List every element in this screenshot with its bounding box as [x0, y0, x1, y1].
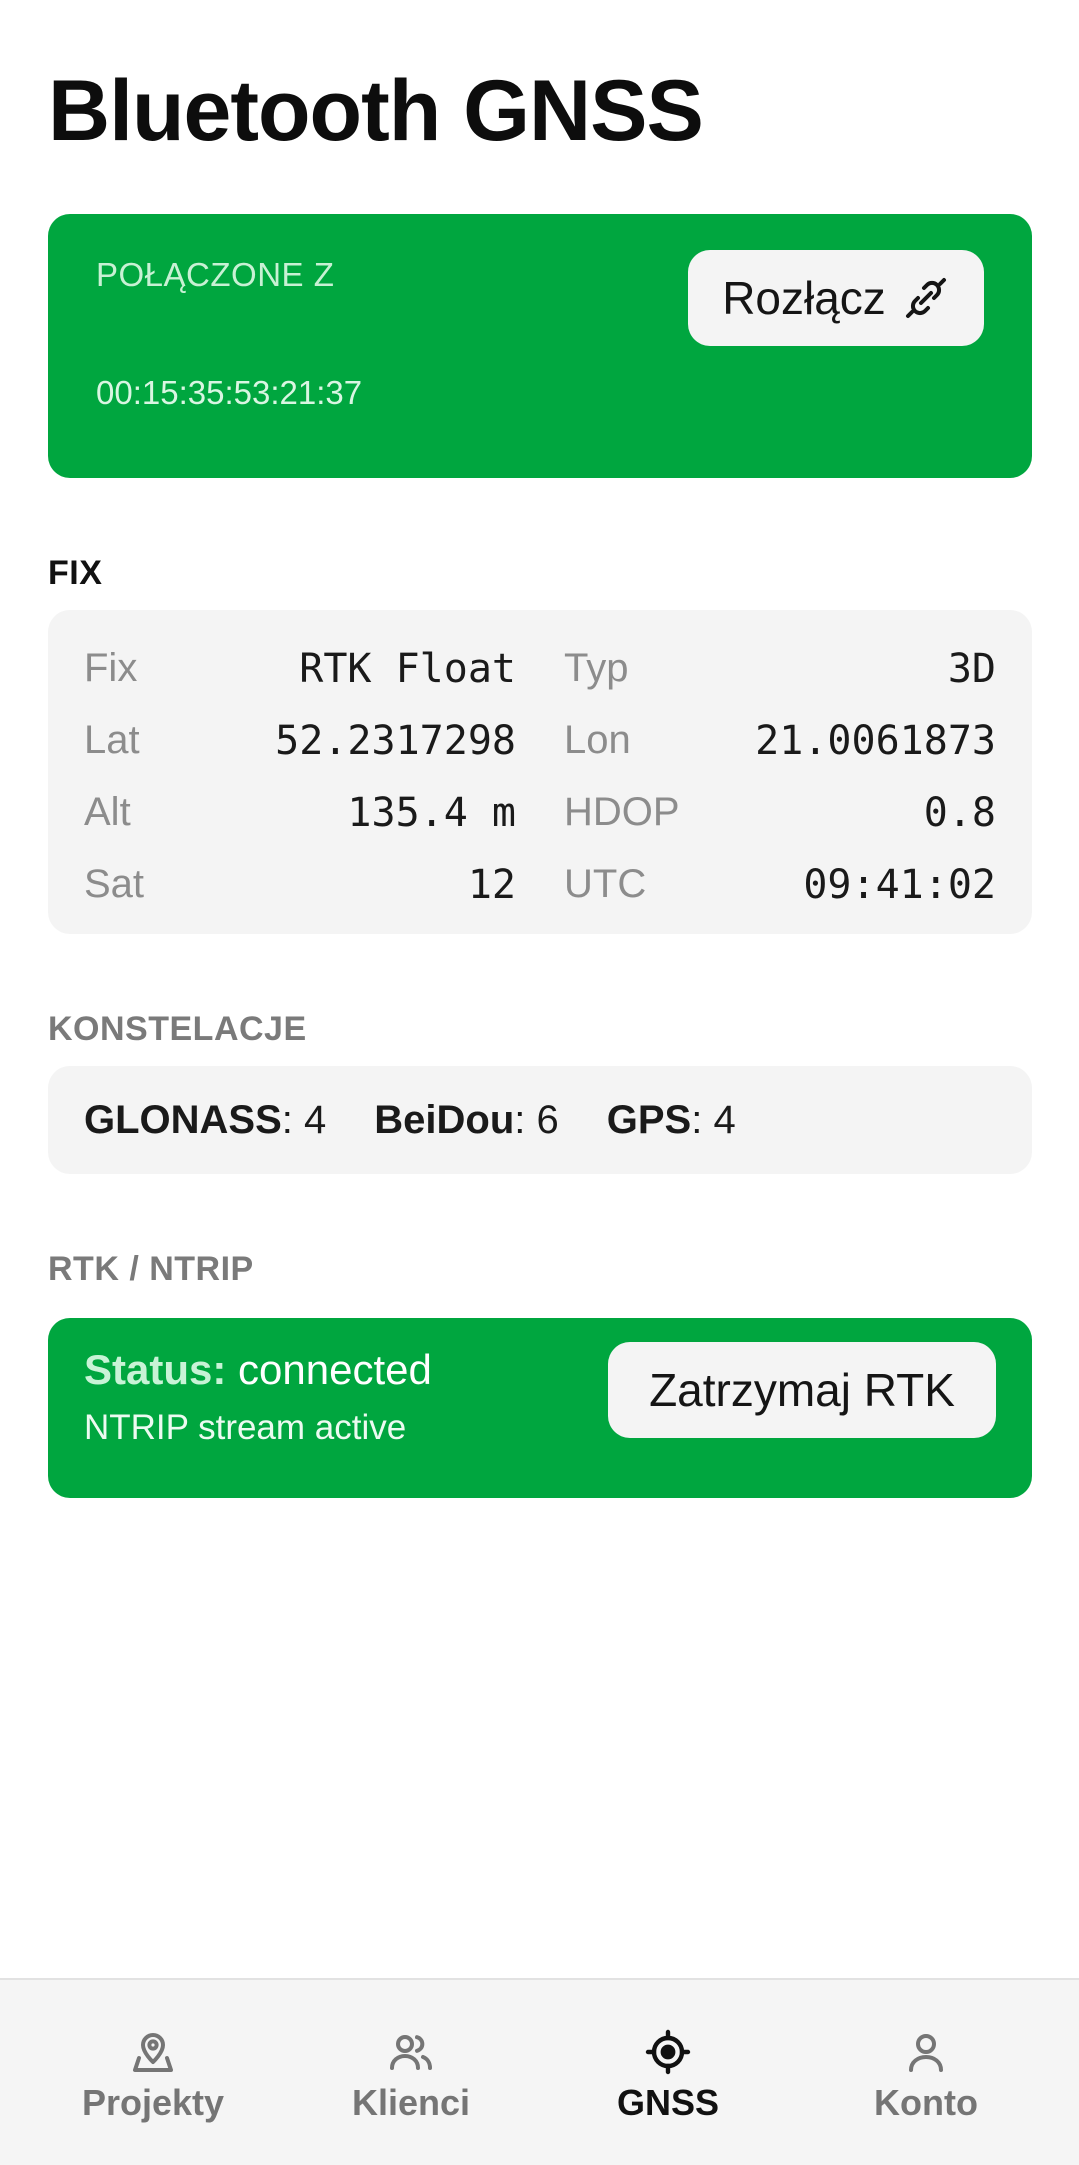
fix-key: Lat: [84, 718, 140, 762]
fix-key: HDOP: [564, 790, 680, 834]
rtk-status-value: connected: [226, 1346, 432, 1393]
nav-item-projekty[interactable]: Projekty: [23, 1980, 283, 2165]
nav-item-konto[interactable]: Konto: [796, 1980, 1056, 2165]
nav-label: GNSS: [616, 2082, 720, 2123]
constellation-count: : 4: [691, 1097, 736, 1142]
disconnect-button-label: Rozłącz: [722, 272, 886, 324]
fix-row: Sat 12 UTC 09:41:02: [48, 862, 1032, 922]
page-title: Bluetooth GNSS: [48, 63, 704, 159]
fix-value: 52.2317298: [275, 718, 516, 764]
fix-section-label: FIX: [48, 554, 103, 592]
constellation-item: GPS: 4: [607, 1098, 736, 1143]
fix-value: RTK Float: [299, 646, 516, 692]
fix-row: Lat 52.2317298 Lon 21.0061873: [48, 718, 1032, 778]
fix-value: 3D: [947, 646, 996, 692]
fix-key: Typ: [564, 646, 629, 690]
fix-value: 21.0061873: [755, 718, 996, 764]
constellation-name: GPS: [606, 1097, 692, 1142]
rtk-stream-text: NTRIP stream active: [84, 1408, 407, 1447]
constellations-card: GLONASS: 4 BeiDou: 6 GPS: 4: [48, 1066, 1032, 1174]
fix-value: 0.8: [923, 790, 996, 836]
fix-key: Sat: [84, 862, 145, 906]
rtk-status-label: Status:: [84, 1346, 227, 1393]
rtk-section-label: RTK / NTRIP: [48, 1250, 254, 1288]
map-pin-icon: [133, 2033, 173, 2072]
crosshair-icon: [645, 2029, 691, 2075]
fix-row: Fix RTK Float Typ 3D: [48, 646, 1032, 706]
constellation-item: BeiDou: 6: [374, 1098, 558, 1143]
fix-key: Fix: [84, 646, 138, 690]
gnss-screen: Bluetooth GNSS POŁĄCZONE Z 00:15:35:53:2…: [0, 0, 1079, 2165]
bottom-nav: Projekty Klienci GNSS Konto: [0, 1978, 1079, 2165]
constellation-count: : 6: [514, 1097, 559, 1142]
unlink-icon: [905, 278, 946, 318]
fix-key: Alt: [84, 790, 131, 834]
nav-label: Klienci: [351, 2082, 471, 2123]
nav-label: Konto: [874, 2082, 978, 2123]
disconnect-button[interactable]: Rozłącz: [688, 250, 984, 346]
constellation-name: BeiDou: [374, 1097, 515, 1142]
nav-label: Projekty: [81, 2082, 225, 2123]
fix-row: Alt 135.4 m HDOP 0.8: [48, 790, 1032, 850]
fix-card: Fix RTK Float Typ 3D Lat 52.2317298 Lon …: [48, 610, 1032, 934]
connection-card: POŁĄCZONE Z 00:15:35:53:21:37 Rozłącz: [48, 214, 1032, 478]
device-address: 00:15:35:53:21:37: [96, 374, 363, 411]
nav-item-klienci[interactable]: Klienci: [281, 1980, 541, 2165]
users-icon: [390, 2035, 432, 2070]
constellation-count: : 4: [281, 1097, 327, 1142]
fix-value: 12: [467, 862, 516, 908]
stop-rtk-button[interactable]: Zatrzymaj RTK: [608, 1342, 996, 1438]
rtk-card: Status: connected NTRIP stream active Za…: [48, 1318, 1032, 1498]
constellation-item: GLONASS: 4: [84, 1098, 326, 1143]
constellation-name: GLONASS: [84, 1097, 282, 1142]
fix-value: 135.4 m: [347, 790, 516, 836]
connection-label: POŁĄCZONE Z: [96, 256, 335, 293]
fix-value: 09:41:02: [803, 862, 996, 908]
fix-key: Lon: [564, 718, 631, 762]
constellations-section-label: KONSTELACJE: [48, 1010, 307, 1048]
fix-key: UTC: [564, 862, 647, 906]
rtk-status: Status: connected: [84, 1346, 432, 1394]
nav-item-gnss[interactable]: GNSS: [538, 1980, 798, 2165]
user-icon: [909, 2034, 943, 2072]
